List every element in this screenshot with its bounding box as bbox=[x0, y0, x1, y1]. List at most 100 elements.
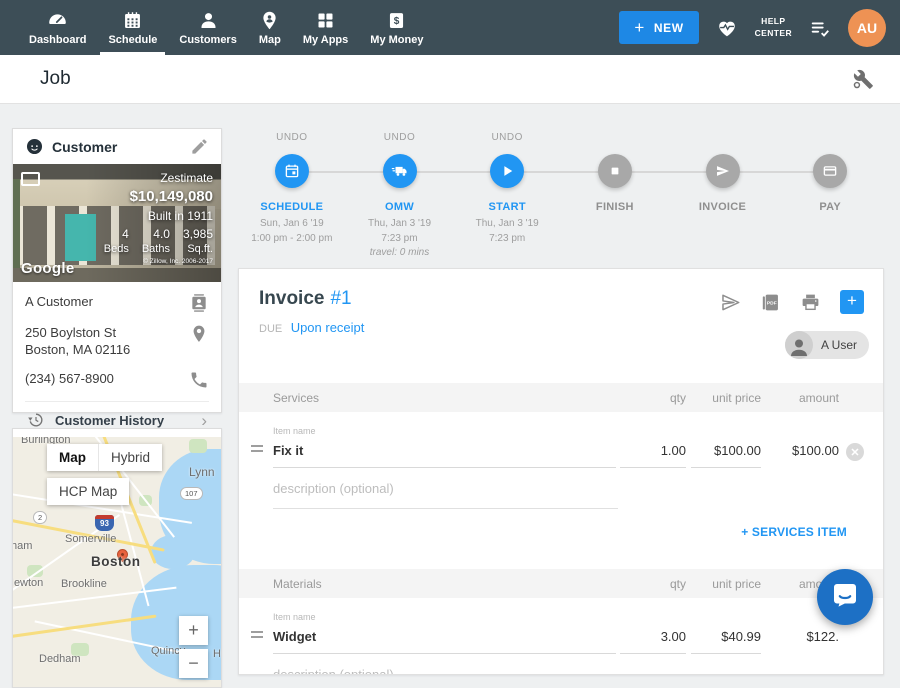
material-description-input[interactable]: description (optional) bbox=[273, 654, 618, 675]
remove-cell: ✕ bbox=[839, 443, 864, 468]
map-canvas[interactable]: Burlington Lynn 107 2 93 Somerville Bost… bbox=[13, 437, 221, 687]
job-settings-icon[interactable] bbox=[852, 68, 874, 90]
help-center-line1: HELP bbox=[755, 16, 792, 27]
material-qty-input[interactable]: 3.00 bbox=[620, 629, 686, 654]
nav-item-dashboard[interactable]: Dashboard bbox=[18, 0, 97, 55]
material-unit-price-input[interactable]: $40.99 bbox=[691, 629, 761, 654]
play-icon bbox=[498, 162, 516, 180]
chat-launcher-button[interactable] bbox=[817, 569, 873, 625]
edit-pencil-icon[interactable] bbox=[190, 137, 209, 156]
invoice-actions: PDF + bbox=[720, 288, 864, 314]
map-card: Burlington Lynn 107 2 93 Somerville Bost… bbox=[12, 428, 222, 688]
hcp-map-button[interactable]: HCP Map bbox=[47, 478, 129, 505]
undo-omw-button[interactable]: UNDO bbox=[384, 132, 415, 145]
step-date: Thu, Jan 3 '197:23 pm bbox=[368, 217, 431, 246]
assignee-avatar bbox=[785, 331, 813, 359]
nav-item-schedule[interactable]: Schedule bbox=[97, 0, 168, 55]
drag-handle[interactable] bbox=[251, 442, 263, 468]
print-icon[interactable] bbox=[800, 292, 821, 313]
nav-label: Map bbox=[259, 34, 281, 46]
qty-column-header: qty bbox=[620, 577, 686, 591]
step-date: Sun, Jan 6 '191:00 pm - 2:00 pm bbox=[251, 217, 332, 246]
undo-start-button[interactable]: UNDO bbox=[491, 132, 522, 145]
customer-card: Customer Zestimate $10,149,080 Built in … bbox=[12, 128, 222, 413]
map-label-hingham-fragment: Hi bbox=[213, 648, 221, 660]
sqft-value: 3,985 bbox=[183, 227, 213, 241]
route-107-badge: 107 bbox=[180, 487, 203, 500]
zestimate-value: $10,149,080 bbox=[104, 188, 213, 205]
send-icon bbox=[714, 162, 732, 180]
nav-items: Dashboard Schedule Customers Map My Apps… bbox=[0, 0, 434, 55]
history-clock-icon bbox=[27, 411, 45, 429]
baths-value: 4.0 bbox=[153, 227, 170, 241]
customer-card-title: Customer bbox=[52, 139, 182, 155]
contact-card-icon[interactable] bbox=[189, 293, 209, 313]
plus-icon: + bbox=[634, 19, 645, 36]
customer-name-row: A Customer bbox=[25, 293, 209, 313]
schedule-step-button[interactable] bbox=[275, 154, 309, 188]
zillow-copyright: © Zillow, Inc. 2006-2017 bbox=[104, 258, 213, 265]
user-avatar[interactable]: AU bbox=[848, 9, 886, 47]
invoice-number[interactable]: #1 bbox=[330, 288, 351, 310]
nav-item-my-money[interactable]: $ My Money bbox=[359, 0, 434, 55]
customer-phone-row: (234) 567-8900 bbox=[25, 370, 209, 390]
add-invoice-button[interactable]: + bbox=[840, 290, 864, 314]
remove-item-icon[interactable]: ✕ bbox=[846, 443, 864, 461]
checklist-icon[interactable] bbox=[809, 17, 831, 39]
baths-label: Baths bbox=[142, 243, 170, 255]
service-unit-price-input[interactable]: $100.00 bbox=[691, 443, 761, 468]
send-invoice-icon[interactable] bbox=[720, 292, 741, 313]
add-services-item-button[interactable]: + SERVICES ITEM bbox=[741, 525, 847, 539]
hybrid-button[interactable]: Hybrid bbox=[98, 444, 162, 471]
help-center-button[interactable]: HELP CENTER bbox=[755, 16, 792, 39]
customer-history-label: Customer History bbox=[55, 413, 164, 428]
credit-card-icon[interactable] bbox=[813, 154, 847, 188]
service-item-name-input[interactable]: Item name Fix it bbox=[273, 426, 616, 468]
due-terms-link[interactable]: Upon receipt bbox=[291, 320, 365, 335]
map-button[interactable]: Map bbox=[47, 444, 98, 471]
unit-price-column-header: unit price bbox=[691, 391, 761, 405]
phone-icon[interactable] bbox=[189, 370, 209, 390]
nav-item-map[interactable]: Map bbox=[248, 0, 292, 55]
truck-icon bbox=[391, 162, 409, 180]
step-label: PAY bbox=[819, 201, 841, 213]
item-name-label: Item name bbox=[273, 426, 616, 436]
person-icon bbox=[198, 10, 219, 31]
step-label: FINISH bbox=[596, 201, 634, 213]
undo-schedule-button[interactable]: UNDO bbox=[276, 132, 307, 145]
map-type-control: Map Hybrid bbox=[47, 444, 162, 471]
heart-pulse-icon[interactable] bbox=[716, 17, 738, 39]
property-photo: Zestimate $10,149,080 Built in 1911 4Bed… bbox=[13, 164, 221, 282]
nav-label: Customers bbox=[179, 34, 236, 46]
services-section-label: Services bbox=[273, 391, 616, 405]
property-stats: 4Beds 4.0Baths 3,985Sq.ft. bbox=[104, 227, 213, 255]
start-step-button[interactable] bbox=[490, 154, 524, 188]
page-bar: Job bbox=[0, 55, 900, 104]
person-pin-icon bbox=[259, 10, 280, 31]
map-label-boston: Boston bbox=[91, 554, 141, 569]
assignee-chip[interactable]: A User bbox=[785, 331, 869, 359]
pdf-icon[interactable]: PDF bbox=[760, 292, 781, 313]
svg-text:PDF: PDF bbox=[767, 300, 777, 306]
new-button[interactable]: + NEW bbox=[619, 11, 698, 44]
omw-step-button[interactable] bbox=[383, 154, 417, 188]
customer-card-header: Customer bbox=[13, 129, 221, 164]
map-zoom-out-button[interactable]: − bbox=[179, 649, 208, 678]
drag-handle[interactable] bbox=[251, 628, 263, 654]
streetview-frame-icon[interactable] bbox=[21, 172, 40, 186]
park-decor bbox=[189, 439, 207, 453]
nav-item-my-apps[interactable]: My Apps bbox=[292, 0, 359, 55]
page-title: Job bbox=[40, 68, 71, 90]
map-label-lynn: Lynn bbox=[189, 465, 215, 479]
map-zoom-in-button[interactable]: + bbox=[179, 616, 208, 645]
invoice-title: Invoice bbox=[259, 288, 324, 310]
service-description-input[interactable]: description (optional) bbox=[273, 468, 618, 509]
service-qty-input[interactable]: 1.00 bbox=[620, 443, 686, 468]
timeline-step-finish: FINISH bbox=[561, 132, 669, 258]
nav-item-customers[interactable]: Customers bbox=[168, 0, 247, 55]
material-item-name-input[interactable]: Item name Widget bbox=[273, 612, 616, 654]
finish-step-button[interactable] bbox=[598, 154, 632, 188]
invoice-step-button[interactable] bbox=[706, 154, 740, 188]
timeline-step-start: UNDO START Thu, Jan 3 '197:23 pm bbox=[453, 132, 561, 258]
map-pin-icon[interactable] bbox=[189, 324, 209, 344]
